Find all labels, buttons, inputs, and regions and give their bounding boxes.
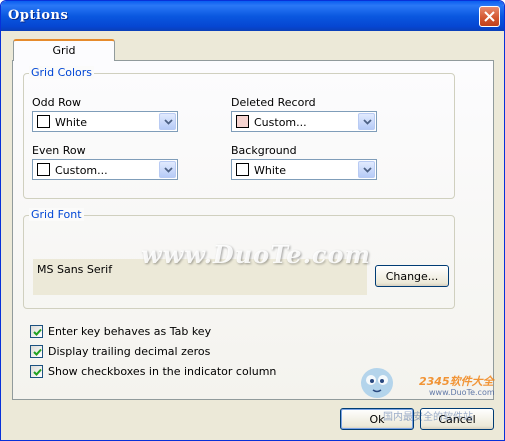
deleted-record-dropdown-button[interactable] [358, 113, 375, 130]
option-trailing-zeros[interactable]: Display trailing decimal zeros [30, 345, 230, 360]
check-icon [33, 328, 42, 336]
brand-title: 2345软件大全 [419, 375, 494, 388]
even-row-select[interactable]: Custom... [32, 159, 178, 180]
odd-row-dropdown-button[interactable] [159, 113, 176, 130]
enter-as-tab-label: Enter key behaves as Tab key [48, 325, 212, 338]
odd-row-select[interactable]: White [32, 111, 178, 132]
chevron-down-icon [363, 119, 372, 125]
deleted-record-select[interactable]: Custom... [231, 111, 377, 132]
background-dropdown-button[interactable] [358, 161, 375, 178]
close-icon [484, 11, 495, 22]
background-label: Background [231, 144, 297, 157]
check-icon [33, 348, 42, 356]
option-indicator-checkboxes[interactable]: Show checkboxes in the indicator column [30, 365, 280, 380]
mascot-icon [361, 368, 393, 398]
even-row-label: Even Row [32, 144, 86, 157]
deleted-record-swatch [236, 115, 249, 128]
even-row-dropdown-button[interactable] [159, 161, 176, 178]
title-bar[interactable]: Options [1, 1, 504, 31]
close-button[interactable] [479, 6, 500, 27]
even-row-value: Custom... [55, 164, 108, 177]
grid-colors-legend: Grid Colors [29, 66, 95, 79]
brand-url: www.DuoTe.com [429, 388, 495, 397]
change-font-button[interactable]: Change... [375, 265, 449, 287]
grid-colors-group: Grid Colors Odd Row White Deleted Record… [23, 66, 455, 199]
brand-watermark: 2345软件大全 www.DuoTe.com 国内最安全的软件站 [357, 357, 497, 423]
background-swatch [236, 163, 249, 176]
grid-font-legend: Grid Font [29, 208, 84, 221]
check-icon [33, 368, 42, 376]
indicator-checkboxes-checkbox[interactable] [30, 365, 43, 378]
odd-row-swatch [37, 115, 50, 128]
background-select[interactable]: White [231, 159, 377, 180]
deleted-record-value: Custom... [254, 116, 307, 129]
grid-font-name: MS Sans Serif [37, 263, 113, 276]
odd-row-label: Odd Row [32, 96, 81, 109]
tab-grid-label: Grid [52, 44, 76, 57]
chevron-down-icon [164, 167, 173, 173]
enter-as-tab-checkbox[interactable] [30, 325, 43, 338]
odd-row-value: White [55, 116, 87, 129]
window-title: Options [8, 8, 69, 23]
options-dialog: Options Grid Grid Colors Odd Row White D… [0, 0, 505, 441]
brand-slogan: 国内最安全的软件站 [383, 412, 473, 423]
change-font-label: Change... [385, 270, 439, 283]
deleted-record-label: Deleted Record [231, 96, 316, 109]
grid-tab-panel: Grid Colors Odd Row White Deleted Record… [12, 60, 494, 400]
background-value: White [254, 164, 286, 177]
trailing-zeros-label: Display trailing decimal zeros [48, 345, 211, 358]
indicator-checkboxes-label: Show checkboxes in the indicator column [48, 365, 277, 378]
chevron-down-icon [363, 167, 372, 173]
chevron-down-icon [164, 119, 173, 125]
even-row-swatch [37, 163, 50, 176]
watermark-center: www.DuoTe.com [141, 240, 371, 269]
option-enter-as-tab[interactable]: Enter key behaves as Tab key [30, 325, 230, 340]
trailing-zeros-checkbox[interactable] [30, 345, 43, 358]
tab-grid[interactable]: Grid [13, 39, 115, 61]
